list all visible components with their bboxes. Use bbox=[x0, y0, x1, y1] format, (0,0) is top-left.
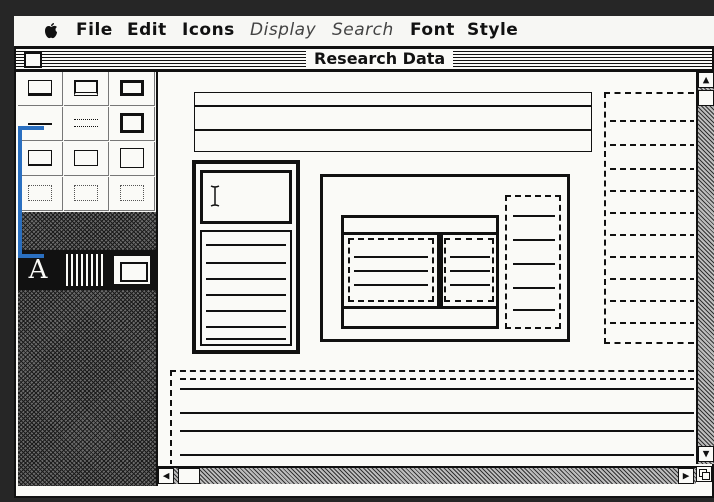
template-cell[interactable] bbox=[110, 107, 155, 141]
menu-icons[interactable]: Icons bbox=[182, 20, 235, 40]
table-cell-left[interactable] bbox=[348, 238, 434, 302]
frame-tool-icon[interactable] bbox=[112, 254, 152, 286]
table-frame[interactable] bbox=[341, 215, 499, 329]
vertical-scrollbar[interactable]: ▲ ▼ bbox=[696, 72, 714, 464]
double-frame-icon bbox=[74, 80, 98, 96]
left-column-frame[interactable] bbox=[192, 160, 300, 354]
single-frame-icon bbox=[28, 80, 52, 96]
text-lines-box[interactable] bbox=[200, 230, 292, 346]
table-cell-right[interactable] bbox=[444, 238, 494, 302]
bold-frame-icon bbox=[120, 80, 144, 96]
document-window: Research Data A ▲ ▼ ◀ ▶ bbox=[14, 46, 714, 498]
layout-canvas[interactable] bbox=[158, 72, 694, 464]
menu-search[interactable]: Search bbox=[332, 20, 394, 40]
table-divider bbox=[437, 232, 443, 306]
window-title-bar[interactable]: Research Data bbox=[16, 48, 712, 72]
dotted-frame-icon bbox=[74, 185, 98, 201]
template-cell[interactable] bbox=[64, 177, 109, 211]
dashed-side-box[interactable] bbox=[505, 195, 561, 329]
thin-frame-icon bbox=[74, 150, 98, 166]
dashed-text-area[interactable] bbox=[170, 370, 694, 464]
menu-font[interactable]: Font bbox=[410, 20, 455, 40]
close-box-icon[interactable] bbox=[24, 52, 42, 68]
menu-style[interactable]: Style bbox=[467, 20, 518, 40]
apple-menu-icon[interactable] bbox=[42, 22, 60, 40]
heavy-frame-icon bbox=[120, 113, 144, 133]
text-tool-icon[interactable]: A bbox=[24, 256, 52, 284]
center-frame[interactable] bbox=[320, 174, 570, 342]
text-insert-box[interactable] bbox=[200, 170, 292, 224]
scroll-left-arrow-icon[interactable]: ◀ bbox=[158, 468, 174, 484]
menu-display[interactable]: Display bbox=[250, 20, 316, 40]
horizontal-scrollbar[interactable]: ◀ ▶ bbox=[158, 466, 696, 484]
template-cell[interactable] bbox=[110, 72, 155, 106]
size-box-icon[interactable] bbox=[696, 466, 712, 482]
template-cell[interactable] bbox=[110, 177, 155, 211]
scroll-up-arrow-icon[interactable]: ▲ bbox=[698, 72, 714, 88]
horizontal-scroll-thumb[interactable] bbox=[178, 468, 200, 484]
window-title: Research Data bbox=[306, 49, 454, 68]
i-beam-cursor-icon bbox=[210, 185, 220, 207]
template-cell[interactable] bbox=[18, 72, 63, 106]
template-cell[interactable] bbox=[64, 142, 109, 176]
dashed-side-column[interactable] bbox=[604, 92, 694, 344]
header-frame[interactable] bbox=[194, 92, 592, 152]
menu-bar: File Edit Icons Display Search Font Styl… bbox=[14, 16, 714, 48]
scroll-right-arrow-icon[interactable]: ▶ bbox=[678, 468, 694, 484]
mac-screen: File Edit Icons Display Search Font Styl… bbox=[0, 0, 714, 502]
dotted-rule-icon bbox=[74, 119, 98, 127]
template-cell[interactable] bbox=[110, 142, 155, 176]
scroll-down-arrow-icon[interactable]: ▼ bbox=[698, 446, 714, 462]
menu-file[interactable]: File bbox=[76, 20, 113, 40]
tall-frame-icon bbox=[120, 148, 144, 168]
selection-bracket bbox=[18, 126, 44, 258]
vertical-scroll-thumb[interactable] bbox=[698, 90, 714, 106]
menu-edit[interactable]: Edit bbox=[127, 20, 167, 40]
template-cell[interactable] bbox=[64, 107, 109, 141]
template-cell[interactable] bbox=[64, 72, 109, 106]
list-tool-icon[interactable] bbox=[66, 254, 106, 286]
rule-icon bbox=[28, 123, 52, 125]
dotted-frame-icon bbox=[120, 185, 144, 201]
